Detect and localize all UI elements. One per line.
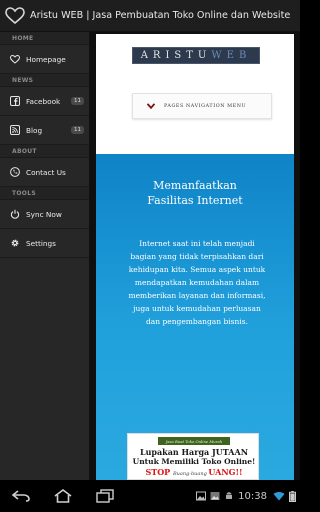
back-arrow-icon — [11, 490, 30, 502]
promo-banner[interactable]: Jasa Buat Toko Online Murah Lupakan Harg… — [127, 433, 259, 480]
section-header-about: ABOUT — [0, 145, 89, 158]
app-title: Aristu WEB | Jasa Pembuatan Toko Online … — [30, 10, 291, 21]
rss-icon — [10, 125, 20, 135]
gear-icon — [10, 238, 20, 248]
drawer-item-contact-us[interactable]: Contact Us — [0, 158, 89, 187]
drawer-item-label: Settings — [26, 238, 56, 248]
recent-apps-button[interactable] — [84, 480, 126, 512]
site-logo[interactable]: ARISTU WEB — [132, 47, 260, 64]
intro-panel: Memanfaatkan Fasilitas Internet Internet… — [96, 154, 294, 480]
drawer-item-label: Sync Now — [26, 209, 62, 219]
wifi-icon — [273, 491, 285, 501]
banner-line-1: Lupakan Harga JUTAAN — [139, 447, 249, 457]
picture-icon — [210, 492, 220, 500]
navigation-drawer: HOME Homepage NEWS Facebook 11 Blog 11 A… — [0, 32, 90, 480]
drawer-item-sync-now[interactable]: Sync Now — [0, 200, 89, 229]
drawer-item-label: Homepage — [26, 54, 66, 64]
logo-text-primary: ARISTU — [140, 50, 212, 61]
heading-line-1: Memanfaatkan — [153, 179, 237, 192]
gallery-icon — [196, 491, 207, 501]
system-navigation-bar: 10:38 — [0, 480, 300, 512]
battery-icon — [289, 490, 296, 502]
drawer-item-settings[interactable]: Settings — [0, 229, 89, 258]
count-badge: 11 — [71, 97, 84, 105]
chevron-down-icon — [147, 103, 155, 109]
heart-outline-icon — [10, 54, 20, 64]
section-header-tools: TOOLS — [0, 187, 89, 200]
banner-buang: Buang-buang — [172, 471, 209, 477]
nav-menu-label: PAGES NAVIGATION MENU — [164, 103, 247, 109]
intro-heading: Memanfaatkan Fasilitas Internet — [96, 178, 294, 208]
pages-navigation-menu-button[interactable]: PAGES NAVIGATION MENU — [132, 93, 272, 119]
facebook-icon — [10, 96, 20, 106]
intro-paragraph: Internet saat ini telah menjadi bagian y… — [128, 239, 266, 326]
android-icon — [226, 492, 233, 499]
action-bar: Aristu WEB | Jasa Pembuatan Toko Online … — [0, 0, 300, 32]
drawer-item-facebook[interactable]: Facebook 11 — [0, 87, 89, 116]
home-icon — [54, 489, 72, 503]
heart-outline-icon[interactable] — [4, 5, 26, 27]
phone-icon — [10, 167, 20, 177]
status-area[interactable]: 10:38 — [196, 480, 296, 512]
home-button[interactable] — [42, 480, 84, 512]
banner-stop: STOP — [145, 467, 173, 477]
heading-line-2: Fasilitas Internet — [147, 194, 243, 207]
banner-uang: UANG!! — [208, 467, 243, 477]
site-header: ARISTU WEB PAGES NAVIGATION MENU — [96, 34, 294, 154]
drawer-item-label: Contact Us — [26, 167, 66, 177]
drawer-item-label: Facebook — [26, 96, 61, 106]
logo-text-secondary: WEB — [211, 50, 252, 61]
status-clock: 10:38 — [238, 490, 267, 502]
banner-line-3: STOP Buang-buang UANG!! — [128, 467, 258, 477]
web-content[interactable]: ARISTU WEB PAGES NAVIGATION MENU Memanfaa… — [90, 32, 300, 480]
section-header-news: NEWS — [0, 74, 89, 87]
banner-tag: Jasa Buat Toko Online Murah — [158, 437, 230, 445]
section-header-home: HOME — [0, 32, 89, 45]
back-button[interactable] — [0, 480, 42, 512]
recent-apps-icon — [96, 489, 114, 503]
drawer-item-homepage[interactable]: Homepage — [0, 45, 89, 74]
drawer-item-label: Blog — [26, 125, 43, 135]
count-badge: 11 — [71, 126, 84, 134]
app-root: Aristu WEB | Jasa Pembuatan Toko Online … — [0, 0, 300, 512]
drawer-item-blog[interactable]: Blog 11 — [0, 116, 89, 145]
power-icon — [10, 209, 20, 219]
banner-line-2: Untuk Memiliki Toko Online! — [132, 457, 256, 466]
